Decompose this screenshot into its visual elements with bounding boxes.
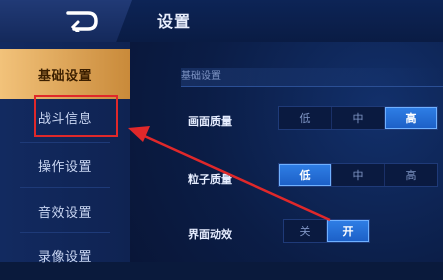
- annotation-arrow: [128, 126, 331, 222]
